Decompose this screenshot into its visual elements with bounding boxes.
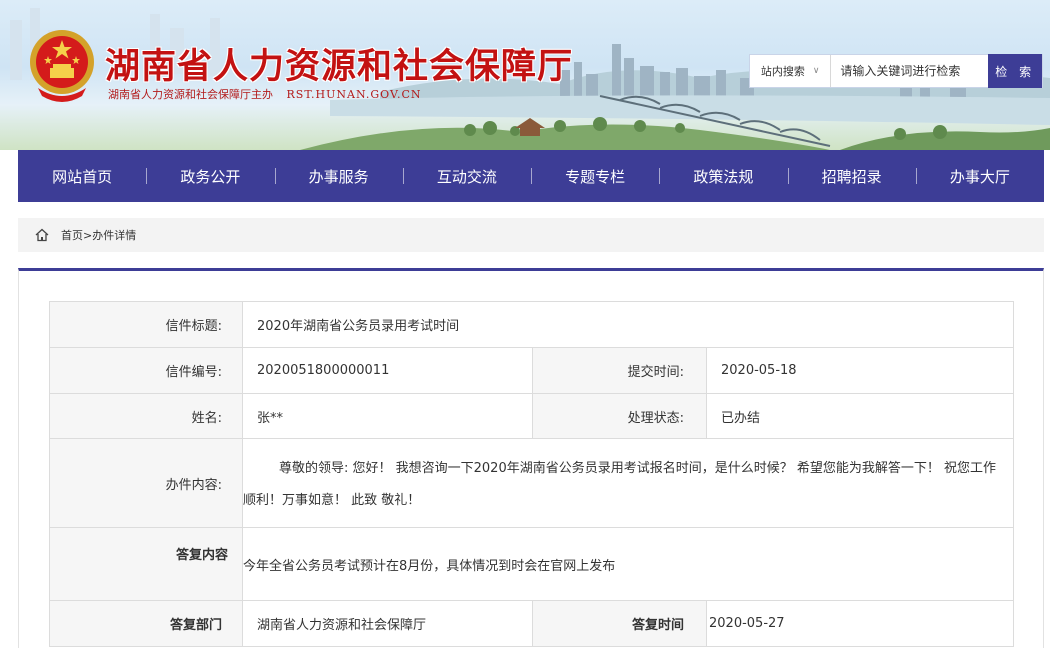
submit-time-label: 提交时间: — [532, 347, 707, 394]
breadcrumb-separator: > — [83, 228, 93, 242]
nav-item-topics[interactable]: 专题专栏 — [531, 150, 659, 202]
reply-label: 答复内容 — [49, 527, 243, 601]
table-row: 信件编号: 2020051800000011 提交时间: 2020-05-18 — [49, 347, 1014, 394]
reply-value: 今年全省公务员考试预计在8月份，具体情况到时会在官网上发布 — [243, 558, 616, 574]
site-subtitle: 湖南省人力资源和社会保障厅主办 RST.HUNAN.GOV.CN — [108, 86, 422, 102]
content-label: 办件内容: — [49, 438, 243, 528]
nav-item-services[interactable]: 办事服务 — [274, 150, 403, 202]
detail-panel: 信件标题: 2020年湖南省公务员录用考试时间 信件编号: 2020051800… — [18, 268, 1044, 648]
breadcrumb-home-link[interactable]: 首页 — [61, 227, 83, 243]
nav-item-policies[interactable]: 政策法规 — [659, 150, 787, 202]
table-row: 答复部门 湖南省人力资源和社会保障厅 答复时间 2020-05-27 — [49, 600, 1014, 647]
chevron-down-icon: ∨ — [812, 66, 820, 76]
nav-item-recruitment[interactable]: 招聘招录 — [787, 150, 916, 202]
content-value: 尊敬的领导: 您好！ 我想咨询一下2020年湖南省公务员录用考试报名时间，是什么… — [243, 461, 996, 508]
nav-item-interaction[interactable]: 互动交流 — [402, 150, 531, 202]
header-banner: 湖南省人力资源和社会保障厅 湖南省人力资源和社会保障厅主办 RST.HUNAN.… — [0, 0, 1050, 150]
reply-cell: 今年全省公务员考试预计在8月份，具体情况到时会在官网上发布 — [242, 527, 1014, 601]
breadcrumb-current: 办件详情 — [92, 229, 137, 242]
reply-dept-label: 答复部门 — [49, 600, 243, 647]
table-row: 办件内容: 尊敬的领导: 您好！ 我想咨询一下2020年湖南省公务员录用考试报名… — [49, 438, 1014, 528]
name-label: 姓名: — [49, 393, 243, 439]
nav-item-home[interactable]: 网站首页 — [18, 150, 146, 202]
nav-item-service-hall[interactable]: 办事大厅 — [915, 150, 1044, 202]
name-value: 张** — [242, 393, 533, 439]
search-input[interactable] — [831, 55, 989, 87]
search-scope-select[interactable]: 站内搜索 ∨ — [750, 55, 832, 87]
nav-item-government-affairs[interactable]: 政务公开 — [146, 150, 274, 202]
letter-number-label: 信件编号: — [49, 347, 243, 394]
letter-number-value: 2020051800000011 — [242, 347, 533, 394]
reply-time-label: 答复时间 — [532, 600, 707, 647]
site-title: 湖南省人力资源和社会保障厅 — [105, 47, 574, 87]
status-label: 处理状态: — [532, 393, 707, 439]
letter-detail-table: 信件标题: 2020年湖南省公务员录用考试时间 信件编号: 2020051800… — [49, 301, 1014, 647]
national-emblem-icon — [30, 30, 94, 102]
status-value: 已办结 — [706, 393, 1014, 439]
table-row: 信件标题: 2020年湖南省公务员录用考试时间 — [49, 301, 1014, 348]
search-box: 站内搜索 ∨ 检 索 — [749, 54, 1043, 88]
home-icon — [35, 228, 49, 242]
table-row: 答复内容 今年全省公务员考试预计在8月份，具体情况到时会在官网上发布 — [49, 527, 1014, 601]
content-cell: 尊敬的领导: 您好！ 我想咨询一下2020年湖南省公务员录用考试报名时间，是什么… — [242, 438, 1014, 528]
main-nav: 网站首页 政务公开 办事服务 互动交流 专题专栏 政策法规 招聘招录 办事大厅 — [18, 150, 1044, 202]
letter-title-label: 信件标题: — [49, 301, 243, 348]
breadcrumb: 首页 > 办件详情 — [18, 218, 1044, 252]
site-sponsor-text: 湖南省人力资源和社会保障厅主办 — [108, 88, 273, 101]
search-button[interactable]: 检 索 — [988, 54, 1042, 88]
submit-time-value: 2020-05-18 — [706, 347, 1014, 394]
table-row: 姓名: 张** 处理状态: 已办结 — [49, 393, 1014, 439]
letter-title-value: 2020年湖南省公务员录用考试时间 — [242, 301, 1014, 348]
search-scope-label: 站内搜索 — [760, 65, 805, 78]
reply-time-value: 2020-05-27 — [706, 600, 1014, 647]
site-url: RST.HUNAN.GOV.CN — [286, 88, 422, 101]
reply-dept-value: 湖南省人力资源和社会保障厅 — [242, 600, 533, 647]
